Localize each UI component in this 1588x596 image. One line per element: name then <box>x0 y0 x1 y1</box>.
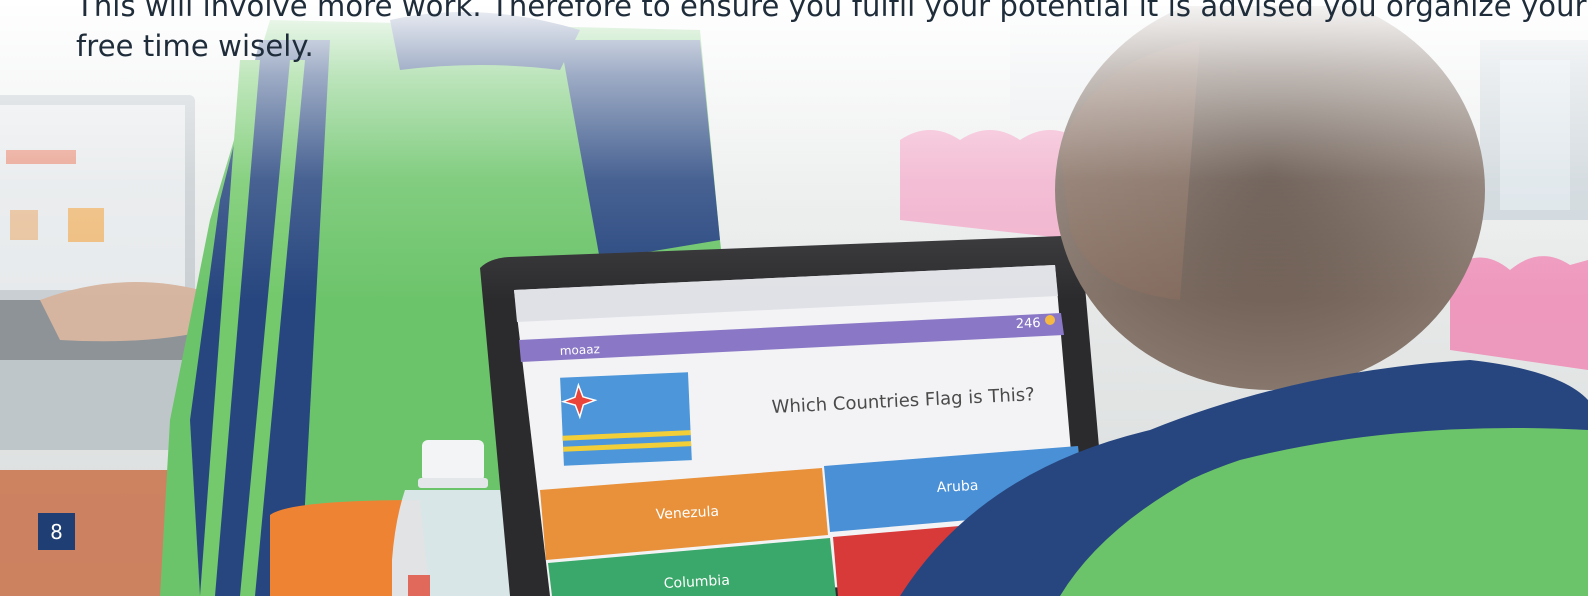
aruba-flag-icon <box>560 372 692 466</box>
score-text: 246 <box>1015 316 1041 332</box>
player-name-text: moaaz <box>559 342 600 358</box>
page-number: 8 <box>50 519 63 544</box>
answer-label-venezula: Venezula <box>655 504 719 523</box>
body-line: This will involve more work. Therefore t… <box>76 0 1587 23</box>
answer-label-aruba: Aruba <box>936 478 978 496</box>
page-number-badge: 8 <box>38 513 75 550</box>
body-paragraph: This will involve more work. Therefore t… <box>76 0 1587 66</box>
body-line: free time wisely. <box>76 29 314 63</box>
classroom-photo: 246 moaaz Which Countries Flag is This? … <box>0 0 1588 596</box>
coin-icon <box>1045 315 1055 325</box>
